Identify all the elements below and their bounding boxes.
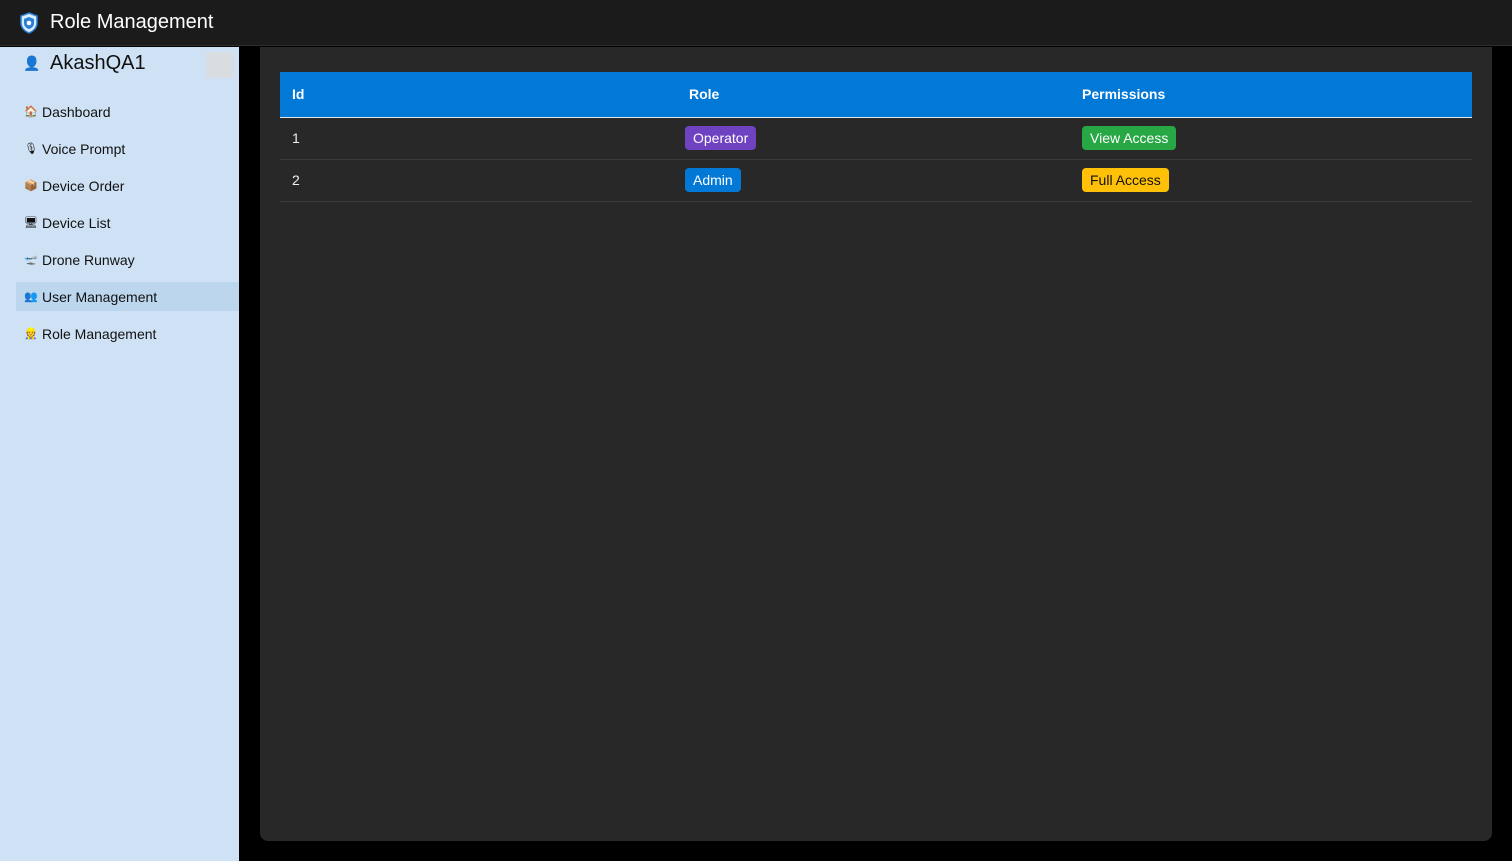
shield-icon bbox=[20, 12, 38, 34]
cell-id: 1 bbox=[280, 117, 677, 160]
cell-role: Operator bbox=[677, 117, 1074, 160]
sidebar-item-device-list[interactable]: 🖥 Device List bbox=[16, 208, 239, 237]
monitor-icon: 🖥 bbox=[24, 217, 38, 229]
user-profile: 👤 AkashQA1 bbox=[0, 47, 239, 87]
cell-id: 2 bbox=[280, 159, 677, 202]
table-row[interactable]: 1 Operator View Access bbox=[280, 117, 1472, 160]
column-header-role[interactable]: Role bbox=[677, 72, 1074, 118]
top-bar: Role Management bbox=[0, 0, 1512, 46]
sidebar-item-drone-runway[interactable]: 🛫 Drone Runway bbox=[16, 245, 239, 274]
table-header-row: Id Role Permissions bbox=[280, 72, 1472, 118]
sidebar-item-label: Role Management bbox=[42, 325, 157, 342]
main-content: Id Role Permissions 1 Operator View Acce… bbox=[260, 47, 1492, 841]
cell-role: Admin bbox=[677, 159, 1074, 202]
sidebar-item-voice-prompt[interactable]: 🎙 Voice Prompt bbox=[16, 134, 239, 163]
sidebar-item-user-management[interactable]: 👥 User Management bbox=[16, 282, 239, 311]
sidebar-item-label: Voice Prompt bbox=[42, 140, 126, 157]
permission-badge: Full Access bbox=[1082, 168, 1169, 192]
package-icon: 📦 bbox=[24, 180, 38, 192]
sidebar-item-label: Device List bbox=[42, 214, 111, 231]
sidebar-item-device-order[interactable]: 📦 Device Order bbox=[16, 171, 239, 200]
sidebar-toggle-button[interactable] bbox=[206, 52, 234, 78]
column-header-permissions[interactable]: Permissions bbox=[1074, 72, 1472, 118]
sidebar-item-label: Device Order bbox=[42, 177, 125, 194]
permission-badge: View Access bbox=[1082, 126, 1177, 150]
role-badge: Admin bbox=[685, 168, 741, 192]
users-icon: 👥 bbox=[24, 291, 38, 303]
airplane-icon: 🛫 bbox=[24, 254, 38, 266]
page-title: Role Management bbox=[50, 11, 214, 33]
microphone-icon: 🎙 bbox=[24, 143, 38, 155]
user-name: AkashQA1 bbox=[50, 52, 146, 74]
sidebar-item-dashboard[interactable]: 🏠 Dashboard bbox=[16, 97, 239, 126]
user-icon: 👤 bbox=[23, 55, 41, 71]
column-header-id[interactable]: Id bbox=[280, 72, 677, 118]
house-icon: 🏠 bbox=[24, 106, 38, 118]
sidebar-item-label: Drone Runway bbox=[42, 251, 135, 268]
cell-permissions: Full Access bbox=[1074, 159, 1472, 202]
sidebar-nav: 🏠 Dashboard 🎙 Voice Prompt 📦 Device Orde… bbox=[16, 97, 239, 356]
role-badge: Operator bbox=[685, 126, 757, 150]
roles-table: Id Role Permissions 1 Operator View Acce… bbox=[280, 72, 1472, 202]
sidebar: 👤 AkashQA1 🏠 Dashboard 🎙 Voice Prompt 📦 … bbox=[0, 47, 239, 861]
cell-permissions: View Access bbox=[1074, 117, 1472, 160]
sidebar-item-role-management[interactable]: 👷 Role Management bbox=[16, 319, 239, 348]
table-row[interactable]: 2 Admin Full Access bbox=[280, 159, 1472, 202]
sidebar-item-label: Dashboard bbox=[42, 103, 111, 120]
worker-icon: 👷 bbox=[24, 328, 38, 340]
sidebar-item-label: User Management bbox=[42, 288, 158, 305]
